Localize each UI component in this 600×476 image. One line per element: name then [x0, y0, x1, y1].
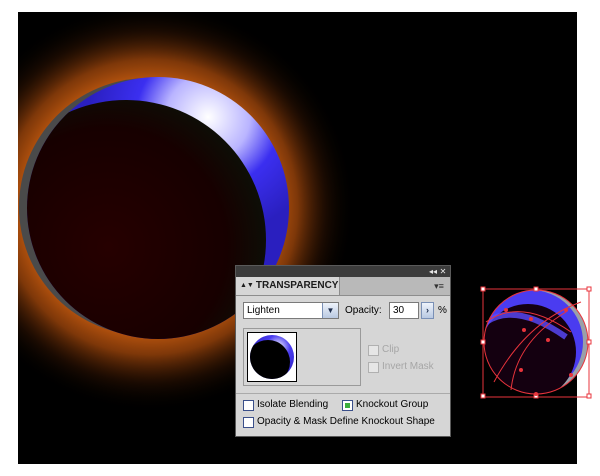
- panel-title-bar[interactable]: ◂◂ ✕: [236, 266, 450, 277]
- selected-artwork[interactable]: [476, 282, 596, 402]
- opacity-label: Opacity:: [345, 305, 382, 316]
- panel-tab-row: ▲▼ TRANSPARENCY ▾≡: [236, 277, 450, 296]
- opacity-mask-knockout-checkbox[interactable]: [243, 416, 254, 428]
- thumbnail-area: [243, 328, 361, 386]
- chevron-down-icon[interactable]: ▼: [322, 303, 338, 318]
- panel-menu-icon[interactable]: ▾≡: [432, 280, 446, 292]
- isolate-blending-label: Isolate Blending: [257, 399, 329, 410]
- blend-mode-value: Lighten: [247, 305, 280, 316]
- thumbnail-planet: [250, 335, 294, 379]
- opacity-input[interactable]: 30: [389, 302, 419, 319]
- blend-opacity-row: Lighten ▼ Opacity: 30 › %: [243, 302, 447, 320]
- opacity-unit: %: [438, 305, 447, 316]
- collapse-icon[interactable]: ◂◂: [428, 266, 438, 277]
- knockout-group-checkbox[interactable]: [342, 399, 353, 411]
- opacity-slider-button[interactable]: ›: [421, 302, 434, 319]
- panel-divider: [236, 393, 450, 394]
- invert-mask-label: Invert Mask: [382, 361, 434, 372]
- invert-mask-checkbox[interactable]: [368, 361, 379, 373]
- tab-transparency-label: TRANSPARENCY: [255, 280, 339, 291]
- clip-checkbox[interactable]: [368, 344, 379, 356]
- tab-toggle-icon[interactable]: ▲▼: [240, 282, 254, 289]
- knockout-group-label: Knockout Group: [356, 399, 429, 410]
- clip-row: Clip: [368, 344, 399, 356]
- artwork-thumbnail[interactable]: [247, 332, 297, 382]
- invert-mask-row: Invert Mask: [368, 361, 434, 373]
- knockout-group-row: Knockout Group: [342, 399, 428, 411]
- blend-mode-select[interactable]: Lighten ▼: [243, 302, 339, 319]
- transparency-panel: ◂◂ ✕ ▲▼ TRANSPARENCY ▾≡ Lighten ▼ Opacity…: [235, 265, 451, 437]
- tab-transparency[interactable]: ▲▼ TRANSPARENCY: [236, 277, 340, 295]
- opacity-mask-row: Opacity & Mask Define Knockout Shape: [243, 416, 435, 428]
- isolate-blending-row: Isolate Blending: [243, 399, 328, 411]
- clip-label: Clip: [382, 344, 400, 355]
- close-icon[interactable]: ✕: [438, 266, 448, 277]
- isolate-blending-checkbox[interactable]: [243, 399, 254, 411]
- opacity-mask-knockout-label: Opacity & Mask Define Knockout Shape: [257, 416, 435, 427]
